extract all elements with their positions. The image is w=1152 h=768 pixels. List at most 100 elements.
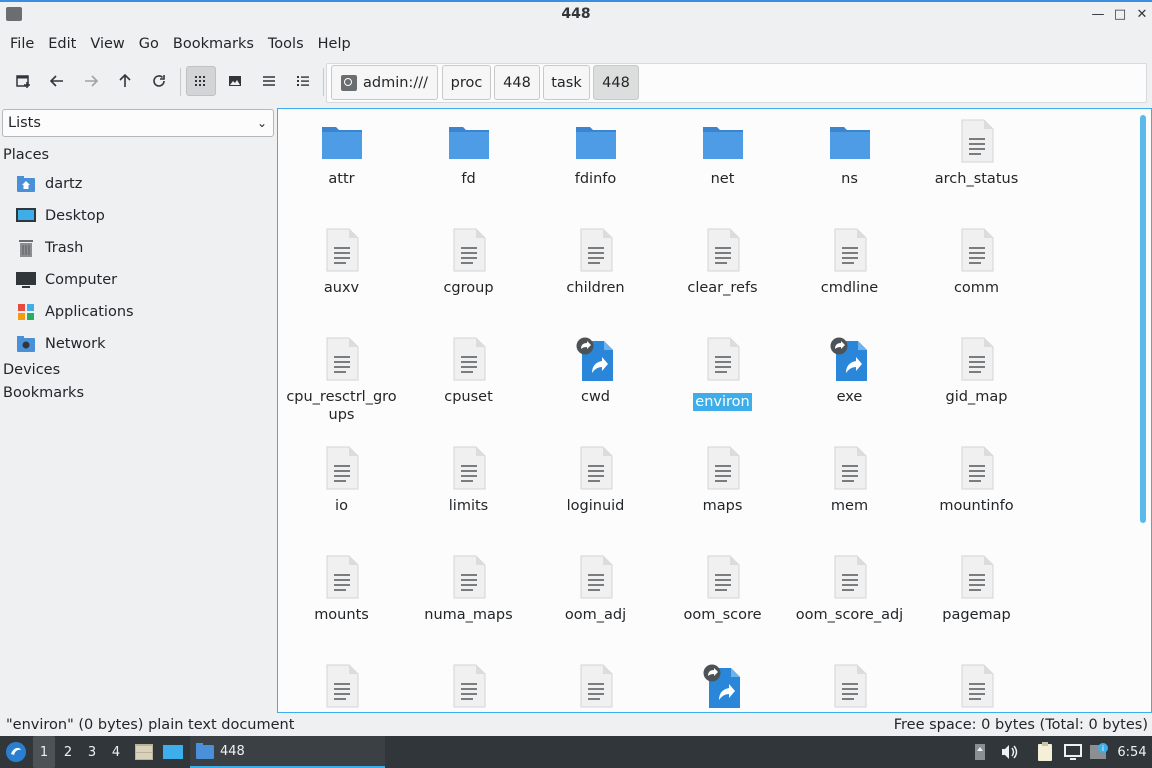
file-item[interactable]: mem [786,444,913,515]
minimize-button[interactable]: — [1089,6,1107,24]
workspace-2[interactable]: 2 [57,736,79,768]
menu-bookmarks[interactable]: Bookmarks [166,36,261,52]
side-pane-mode-select[interactable]: Lists ⌄ [2,109,274,137]
file-item[interactable]: auxv [278,226,405,297]
file-name-wrap: limits [405,497,532,515]
menu-tools[interactable]: Tools [261,36,311,52]
file-item[interactable]: cpu_resctrl_groups [278,335,405,424]
sidebar-item-home[interactable]: dartz [16,172,82,196]
file-item[interactable]: limits [405,444,532,515]
text-file-icon [445,335,493,383]
back-button[interactable] [42,66,72,96]
vertical-scrollbar[interactable] [1140,115,1146,523]
file-name: net [710,171,735,187]
menu-edit[interactable]: Edit [41,36,83,52]
file-item[interactable]: oom_adj [532,553,659,624]
breadcrumb-root[interactable]: admin:/// [331,65,438,100]
breadcrumb-current[interactable]: 448 [593,65,639,100]
title-bar[interactable]: 448 — □ ✕ [0,2,1152,30]
file-item[interactable]: cpuset [405,335,532,406]
file-name-wrap: oom_score_adj [786,606,913,624]
show-desktop-button[interactable] [161,736,185,768]
file-item[interactable]: ns [786,117,913,188]
file-item[interactable]: maps [659,444,786,515]
breadcrumb-task[interactable]: task [543,65,590,100]
file-item[interactable]: fd [405,117,532,188]
file-name: cmdline [820,280,879,296]
breadcrumb-proc[interactable]: proc [442,65,491,100]
sidebar-item-applications[interactable]: Applications [16,300,134,324]
file-item[interactable]: cmdline [786,226,913,297]
sidebar-item-desktop[interactable]: Desktop [16,204,105,228]
menu-file[interactable]: File [3,36,41,52]
file-item[interactable] [786,662,913,712]
icon-view-button[interactable] [186,66,216,96]
detailed-view-button[interactable] [288,66,318,96]
file-item[interactable]: net [659,117,786,188]
menu-view[interactable]: View [83,36,131,52]
file-name: clear_refs [687,280,758,296]
workspace-1[interactable]: 1 [33,736,55,768]
file-item[interactable] [532,662,659,712]
file-item[interactable]: comm [913,226,1040,297]
file-item[interactable]: oom_score [659,553,786,624]
file-item[interactable]: numa_maps [405,553,532,624]
file-item[interactable]: fdinfo [532,117,659,188]
sidebar-item-label: Network [45,336,106,352]
network-status-icon[interactable] [1062,736,1084,768]
window-title: 448 [561,6,591,22]
file-item[interactable]: clear_refs [659,226,786,297]
places-header[interactable]: Places [3,147,49,163]
reload-button[interactable] [144,66,174,96]
file-item[interactable] [405,662,532,712]
up-button[interactable] [110,66,140,96]
file-item[interactable] [278,662,405,712]
sidebar-item-network[interactable]: Network [16,332,106,356]
file-item[interactable]: pagemap [913,553,1040,624]
forward-button[interactable] [76,66,106,96]
taskbar-task-window[interactable]: 448 [190,736,385,768]
clipboard-icon[interactable] [1034,736,1056,768]
file-name-wrap: attr [278,170,405,188]
volume-icon[interactable] [998,736,1020,768]
close-button[interactable]: ✕ [1133,6,1151,24]
desktop-icon [163,745,183,759]
file-item[interactable]: attr [278,117,405,188]
menu-go[interactable]: Go [132,36,166,52]
compact-view-button[interactable] [254,66,284,96]
file-item[interactable]: oom_score_adj [786,553,913,624]
file-item[interactable]: mounts [278,553,405,624]
file-item[interactable]: cgroup [405,226,532,297]
notification-icon[interactable]: i [1088,736,1110,768]
desktop-icon [16,206,36,226]
file-item[interactable] [913,662,1040,712]
file-item[interactable]: mountinfo [913,444,1040,515]
file-view[interactable]: attr fd fdinfo net ns arch_statusauxv cgroup ch… [277,108,1152,713]
breadcrumb-448[interactable]: 448 [494,65,540,100]
file-item[interactable]: cwd [532,335,659,406]
thumbnail-view-button[interactable] [220,66,250,96]
devices-header[interactable]: Devices [3,362,60,378]
file-item[interactable]: children [532,226,659,297]
home-folder-icon [16,174,36,194]
clock[interactable]: 6:54 [1112,736,1152,768]
start-menu-button[interactable] [2,736,30,768]
workspace-4[interactable]: 4 [105,736,127,768]
workspace-3[interactable]: 3 [81,736,103,768]
file-manager-launcher[interactable] [133,736,155,768]
file-item[interactable] [659,662,786,712]
file-item[interactable]: io [278,444,405,515]
new-tab-button[interactable] [8,66,38,96]
text-file-icon [445,553,493,601]
file-item[interactable]: gid_map [913,335,1040,406]
sidebar-item-trash[interactable]: Trash [16,236,83,260]
file-item[interactable]: environ [659,335,786,411]
file-item[interactable]: arch_status [913,117,1040,188]
maximize-button[interactable]: □ [1111,6,1129,24]
sidebar-item-computer[interactable]: Computer [16,268,117,292]
menu-help[interactable]: Help [311,36,358,52]
removable-media-icon[interactable] [970,736,990,768]
file-item[interactable]: exe [786,335,913,406]
bookmarks-header[interactable]: Bookmarks [3,385,84,401]
file-item[interactable]: loginuid [532,444,659,515]
